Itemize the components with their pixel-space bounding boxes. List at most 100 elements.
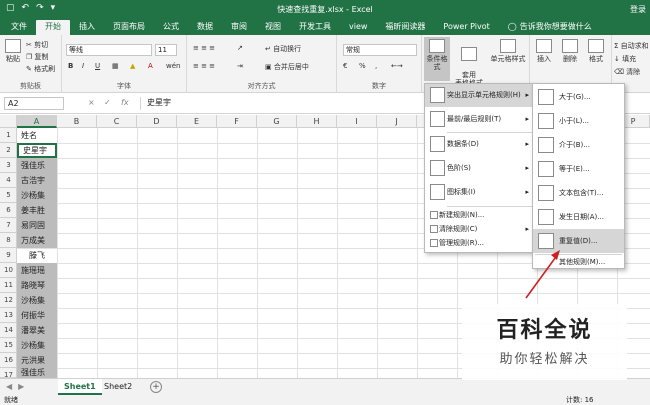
column-header[interactable]: G	[257, 115, 297, 128]
border-button[interactable]: ▦	[112, 62, 119, 70]
tab-view-en[interactable]: view	[340, 20, 376, 35]
row-header[interactable]: 7	[0, 218, 17, 233]
cell-a8[interactable]: 万成美	[17, 233, 57, 248]
cell-a11[interactable]: 路晓琴	[17, 278, 57, 293]
font-color-button[interactable]: A	[148, 62, 153, 70]
format-as-table-button[interactable]: 套用 表格格式	[452, 39, 486, 87]
row-header[interactable]: 11	[0, 278, 17, 293]
cut-button[interactable]: ✂ 剪切	[26, 40, 48, 50]
tab-data[interactable]: 数据	[188, 20, 222, 35]
format-cells-button[interactable]: 格式	[584, 39, 608, 63]
delete-cells-button[interactable]: 删除	[558, 39, 582, 63]
sheet-tab-sheet1[interactable]: Sheet1	[58, 379, 102, 395]
tell-me-box[interactable]: ◯ 告诉我你想要做什么	[499, 20, 601, 35]
row-header[interactable]: 16	[0, 353, 17, 368]
column-header[interactable]: H	[297, 115, 337, 128]
cell-a13[interactable]: 何振华	[17, 308, 57, 323]
tab-foxit[interactable]: 福昕阅读器	[376, 20, 434, 35]
cell-a16[interactable]: 元洪果	[17, 353, 57, 368]
column-header[interactable]: D	[137, 115, 177, 128]
column-header[interactable]: I	[337, 115, 377, 128]
tab-insert[interactable]: 插入	[70, 20, 104, 35]
tab-page-layout[interactable]: 页面布局	[104, 20, 154, 35]
new-rule-item[interactable]: 新建规则(N)...	[425, 209, 535, 222]
percent-button[interactable]: %	[359, 62, 366, 70]
format-painter-button[interactable]: ✎ 格式刷	[26, 64, 55, 74]
name-box[interactable]: A2	[4, 97, 64, 110]
row-header[interactable]: 1	[0, 128, 17, 143]
row-header[interactable]: 5	[0, 188, 17, 203]
tab-file[interactable]: 文件	[2, 20, 36, 35]
cell-a12[interactable]: 沙杨集	[17, 293, 57, 308]
number-format-select[interactable]: 常规	[343, 44, 417, 56]
date-occurring-item[interactable]: 发生日期(A)...	[533, 205, 624, 229]
column-header[interactable]: B	[57, 115, 97, 128]
cancel-icon[interactable]: ×	[88, 98, 95, 107]
cell-a15[interactable]: 沙杨集	[17, 338, 57, 353]
cell-styles-button[interactable]: 单元格样式	[488, 39, 528, 63]
wen-button[interactable]: wén	[166, 62, 180, 70]
bold-button[interactable]: B	[68, 62, 73, 70]
tab-developer[interactable]: 开发工具	[290, 20, 340, 35]
underline-button[interactable]: U	[95, 62, 100, 70]
cell-a10[interactable]: 施瑶瑶	[17, 263, 57, 278]
sign-in-link[interactable]: 登录	[630, 4, 646, 15]
tab-home[interactable]: 开始	[36, 20, 70, 35]
greater-than-item[interactable]: 大于(G)...	[533, 85, 624, 109]
cell-a1[interactable]: 姓名	[17, 128, 57, 143]
prev-sheet-icon[interactable]: ◀	[6, 382, 12, 391]
autosum-button[interactable]: Σ 自动求和	[614, 41, 649, 51]
insert-cells-button[interactable]: 插入	[532, 39, 556, 63]
conditional-formatting-button[interactable]: 条件格式	[424, 37, 450, 81]
font-name-select[interactable]: 等线	[66, 44, 152, 56]
column-header[interactable]: E	[177, 115, 217, 128]
currency-icon[interactable]: €	[343, 62, 347, 70]
tab-formulas[interactable]: 公式	[154, 20, 188, 35]
row-header[interactable]: 2	[0, 143, 17, 158]
paste-button[interactable]: 粘贴	[3, 39, 23, 63]
indent-icon[interactable]: ⇥	[237, 62, 243, 70]
add-sheet-button[interactable]: +	[150, 381, 162, 393]
cell-a6[interactable]: 姜丰胜	[17, 203, 57, 218]
column-header[interactable]: C	[97, 115, 137, 128]
confirm-icon[interactable]: ✓	[104, 98, 111, 107]
cell-a5[interactable]: 沙杨集	[17, 188, 57, 203]
data-bars-item[interactable]: 数据条(D) ▸	[425, 133, 535, 156]
less-than-item[interactable]: 小于(L)...	[533, 109, 624, 133]
column-header[interactable]: F	[217, 115, 257, 128]
orientation-icon[interactable]: ↗	[237, 44, 243, 52]
row-header[interactable]: 13	[0, 308, 17, 323]
column-header[interactable]: J	[377, 115, 417, 128]
cell-a14[interactable]: 潘翠美	[17, 323, 57, 338]
row-header[interactable]: 8	[0, 233, 17, 248]
cell-a3[interactable]: 强佳乐	[17, 158, 57, 173]
align-top-icon[interactable]: ≡ ≡ ≡	[193, 44, 215, 52]
italic-button[interactable]: I	[82, 62, 84, 70]
highlight-cells-rules-item[interactable]: 突出显示单元格规则(H) ▸	[425, 84, 535, 107]
fill-color-button[interactable]: ▲	[130, 62, 135, 70]
row-header[interactable]: 6	[0, 203, 17, 218]
row-header[interactable]: 17	[0, 368, 17, 379]
copy-button[interactable]: ❐ 复制	[26, 52, 49, 62]
tab-power-pivot[interactable]: Power Pivot	[434, 20, 498, 35]
merge-center-button[interactable]: ▣ 合并后居中	[265, 62, 309, 72]
align-left-icon[interactable]: ≡ ≡ ≡	[193, 62, 215, 70]
row-header[interactable]: 4	[0, 173, 17, 188]
next-sheet-icon[interactable]: ▶	[18, 382, 24, 391]
cell-a2[interactable]: 史星宇	[17, 143, 57, 158]
cell-a9[interactable]: 滕飞	[17, 248, 57, 263]
row-header[interactable]: 14	[0, 323, 17, 338]
text-contains-item[interactable]: 文本包含(T)...	[533, 181, 624, 205]
decimal-icon[interactable]: ←→	[391, 62, 403, 70]
equal-to-item[interactable]: 等于(E)...	[533, 157, 624, 181]
row-header[interactable]: 12	[0, 293, 17, 308]
tab-review[interactable]: 审阅	[222, 20, 256, 35]
top-bottom-rules-item[interactable]: 最前/最后规则(T) ▸	[425, 108, 535, 131]
clear-button[interactable]: ⌫ 清除	[614, 67, 640, 77]
column-header[interactable]: A	[17, 115, 57, 128]
row-header[interactable]: 9	[0, 248, 17, 263]
color-scales-item[interactable]: 色阶(S) ▸	[425, 157, 535, 180]
font-size-select[interactable]: 11	[155, 44, 177, 56]
tab-view[interactable]: 视图	[256, 20, 290, 35]
fx-icon[interactable]: fx	[121, 98, 129, 107]
